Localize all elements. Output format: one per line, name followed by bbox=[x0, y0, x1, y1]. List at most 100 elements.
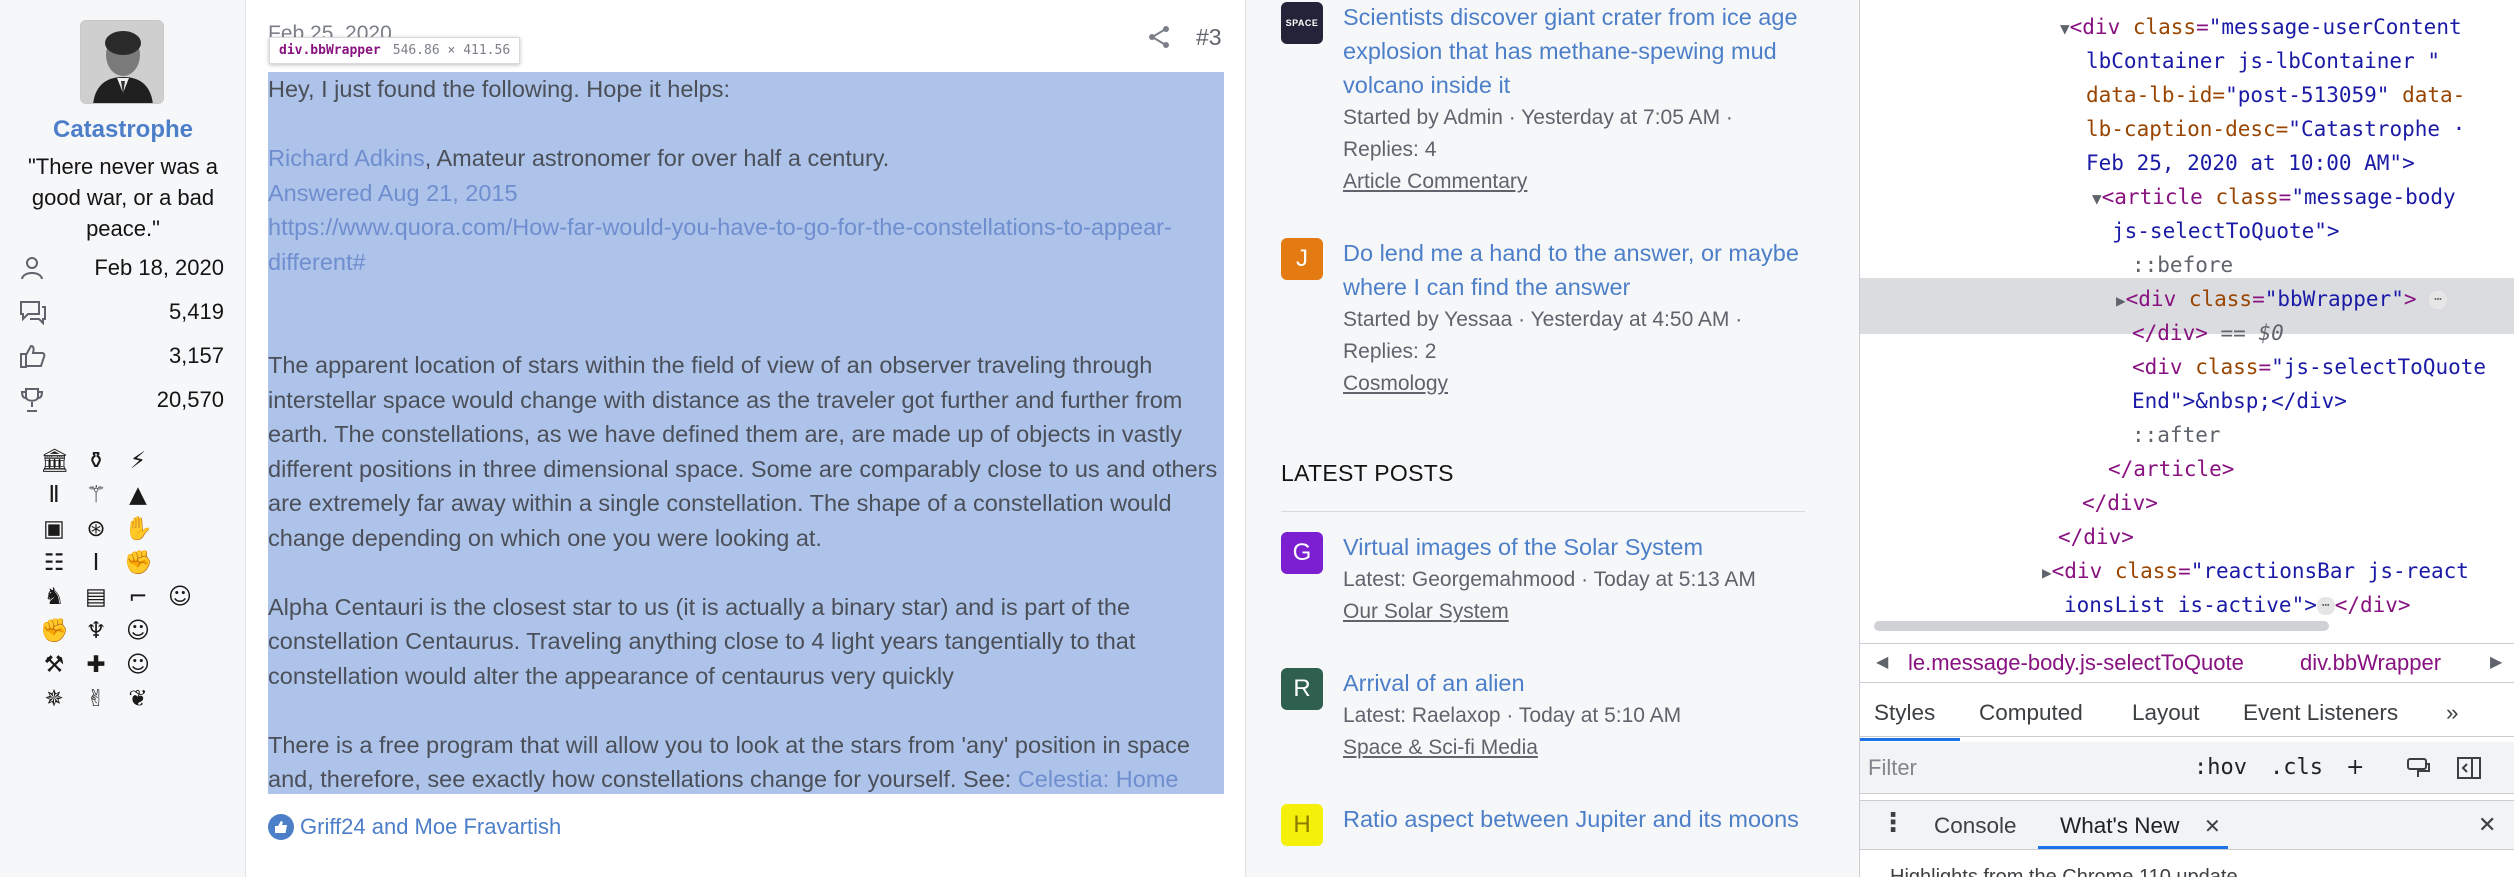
reactions-names[interactable]: Griff24 and Moe Fravartish bbox=[300, 814, 561, 840]
quora-url-link[interactable]: https://www.quora.com/How-far-would-you-… bbox=[268, 210, 1224, 279]
cursor-icon[interactable]: Ⅰ bbox=[82, 549, 110, 577]
dom-node-line[interactable]: ▶<div class="reactionsBar js-react bbox=[2042, 554, 2469, 590]
answered-date-link[interactable]: Answered Aug 21, 2015 bbox=[268, 176, 1224, 211]
reactions-bar[interactable]: Griff24 and Moe Fravartish bbox=[268, 814, 561, 840]
hand-icon[interactable]: ✊ bbox=[124, 549, 153, 577]
ellipsis-badge[interactable]: ⋯ bbox=[2316, 597, 2335, 615]
dom-node-line[interactable]: data-lb-id="post-513059" data- bbox=[2086, 78, 2465, 112]
gun-icon[interactable]: ⌐ bbox=[124, 583, 152, 611]
thread-item[interactable]: J Do lend me a hand to the answer, or ma… bbox=[1281, 236, 1841, 400]
bug-icon[interactable]: ✵ bbox=[40, 685, 68, 713]
dom-node-line[interactable]: ::before bbox=[2132, 248, 2233, 282]
dom-node-line[interactable]: </div> bbox=[2058, 520, 2134, 554]
latest-post-item[interactable]: R Arrival of an alien Latest: Raelaxop ·… bbox=[1281, 666, 1841, 764]
dom-node-line[interactable]: ionsList is-active"> ⋯ </div> bbox=[2064, 588, 2411, 622]
latest-post-forum-link[interactable]: Space & Sci-fi Media bbox=[1343, 732, 1841, 764]
swan-icon[interactable]: ♞ bbox=[40, 583, 68, 611]
author-link[interactable]: Richard Adkins bbox=[268, 145, 425, 171]
stat-messages: 5,419 bbox=[18, 297, 228, 327]
paint-icon[interactable] bbox=[2406, 756, 2432, 780]
tab-console[interactable]: Console bbox=[1934, 813, 2017, 839]
inspect-tooltip-dims: 546.86 × 411.56 bbox=[392, 43, 511, 58]
dom-node-line[interactable]: </article> bbox=[2108, 452, 2234, 486]
latest-post-item[interactable]: H Ratio aspect between Jupiter and its m… bbox=[1281, 802, 1841, 846]
latest-post-title[interactable]: Virtual images of the Solar System bbox=[1343, 530, 1841, 564]
tab-computed[interactable]: Computed bbox=[1979, 700, 2083, 726]
smile-icon[interactable]: ☺ bbox=[166, 583, 194, 611]
breadcrumb-item[interactable]: div.bbWrapper bbox=[2300, 644, 2441, 682]
styles-filter-input[interactable] bbox=[1868, 750, 2168, 786]
smile-icon[interactable]: ☺ bbox=[124, 651, 152, 679]
latest-post-meta: Latest: Georgemahmood · Today at 5:13 AM bbox=[1343, 568, 1756, 591]
cls-toggle[interactable]: .cls bbox=[2270, 750, 2323, 786]
share-icon[interactable] bbox=[1146, 24, 1172, 50]
thread-title[interactable]: Do lend me a hand to the answer, or mayb… bbox=[1343, 236, 1841, 304]
post-number-link[interactable]: #3 bbox=[1196, 24, 1222, 51]
latest-post-avatar: R bbox=[1281, 668, 1323, 710]
dom-node-line[interactable]: js-selectToQuote"> bbox=[2112, 214, 2340, 248]
portrait-icon[interactable]: ▣ bbox=[40, 515, 68, 543]
lamp-icon[interactable]: ⚱ bbox=[82, 447, 110, 475]
dom-node-line[interactable]: lbContainer js-lbContainer " bbox=[2086, 44, 2440, 78]
stat-reactions-value: 3,157 bbox=[168, 343, 224, 368]
book-icon[interactable]: ▤ bbox=[82, 583, 110, 611]
dom-node-line[interactable]: </div> bbox=[2082, 486, 2158, 520]
candle-icon[interactable]: ♆ bbox=[82, 617, 110, 645]
latest-post-title[interactable]: Ratio aspect between Jupiter and its moo… bbox=[1343, 802, 1841, 836]
dom-node-line[interactable]: lb-caption-desc="Catastrophe · bbox=[2086, 112, 2465, 146]
author-avatar[interactable] bbox=[80, 20, 164, 104]
thread-meta: Started by Admin · Yesterday at 7:05 AM … bbox=[1343, 106, 1733, 129]
tab-whats-new[interactable]: What's New bbox=[2060, 813, 2179, 839]
dom-node-line[interactable]: </div> == $0 bbox=[2132, 316, 2284, 350]
tab-layout[interactable]: Layout bbox=[2132, 700, 2200, 726]
fist-icon[interactable]: ✊ bbox=[40, 617, 69, 645]
chevron-left-icon[interactable]: ◀ bbox=[1876, 644, 1888, 682]
pillar-icon[interactable]: Ⅱ bbox=[40, 481, 68, 509]
coins-icon[interactable]: ☷ bbox=[40, 549, 68, 577]
celestia-link[interactable]: Celestia: Home bbox=[1018, 766, 1179, 792]
horizontal-scrollbar[interactable] bbox=[1874, 621, 2499, 631]
thread-item[interactable]: SPACE Scientists discover giant crater f… bbox=[1281, 0, 1841, 198]
dom-node-line[interactable]: End">&nbsp;</div> bbox=[2132, 384, 2347, 418]
tab-more[interactable]: » bbox=[2446, 700, 2459, 726]
latest-post-item[interactable]: G Virtual images of the Solar System Lat… bbox=[1281, 530, 1841, 628]
tab-event-listeners[interactable]: Event Listeners bbox=[2243, 700, 2398, 726]
temple-icon[interactable]: 🏛 bbox=[40, 447, 69, 475]
post-paragraph: There is a free program that will allow … bbox=[268, 728, 1224, 795]
tab-styles[interactable]: Styles bbox=[1874, 700, 1935, 726]
dom-node-line[interactable]: ::after bbox=[2132, 418, 2221, 452]
new-style-rule-button[interactable]: + bbox=[2346, 750, 2364, 786]
dom-node-line[interactable]: Feb 25, 2020 at 10:00 AM"> bbox=[2086, 146, 2415, 180]
dom-node-line[interactable]: ▼<article class="message-body bbox=[2092, 180, 2456, 216]
breadcrumb-item[interactable]: le.message-body.js-selectToQuote bbox=[1908, 644, 2244, 682]
hammer-icon[interactable]: ⚒ bbox=[40, 651, 68, 679]
scrollbar-thumb[interactable] bbox=[1874, 621, 2329, 631]
dom-node-selected[interactable]: ▶<div class="bbWrapper"> ⋯ bbox=[2116, 282, 2447, 318]
active-drawer-tab-indicator bbox=[2038, 846, 2228, 849]
thread-forum-link[interactable]: Cosmology bbox=[1343, 368, 1841, 400]
close-drawer-icon[interactable]: ✕ bbox=[2478, 812, 2496, 838]
thumbs-up-icon[interactable]: ✌ bbox=[82, 685, 110, 713]
telescope-icon[interactable]: ⚚ bbox=[82, 481, 110, 509]
elements-tree[interactable]: ▼<div class="message-userContent lbConta… bbox=[1860, 0, 2514, 620]
latest-post-forum-link[interactable]: Our Solar System bbox=[1343, 596, 1841, 628]
more-vertical-icon[interactable]: ⋮ bbox=[1880, 807, 1906, 838]
chevron-right-icon[interactable]: ▶ bbox=[2490, 644, 2502, 682]
satellite-icon[interactable]: ⊛ bbox=[82, 515, 110, 543]
lightning-icon[interactable]: ⚡ bbox=[124, 447, 152, 475]
thread-title[interactable]: Scientists discover giant crater from ic… bbox=[1343, 0, 1841, 102]
sidebar-toggle-icon[interactable] bbox=[2456, 756, 2482, 780]
campfire-icon[interactable]: ▲ bbox=[124, 481, 152, 509]
hov-toggle[interactable]: :hov bbox=[2194, 750, 2247, 786]
dom-node-line[interactable]: <div class="js-selectToQuote bbox=[2132, 350, 2486, 384]
dom-node-line[interactable]: ▼<div class="message-userContent bbox=[2060, 10, 2462, 46]
hands-icon[interactable]: ✋ bbox=[124, 515, 153, 543]
close-tab-icon[interactable]: ✕ bbox=[2204, 814, 2221, 839]
medkit-icon[interactable]: ✚ bbox=[82, 651, 110, 679]
thread-forum-link[interactable]: Article Commentary bbox=[1343, 166, 1841, 198]
smile-icon[interactable]: ☺ bbox=[124, 617, 152, 645]
author-name[interactable]: Catastrophe bbox=[0, 116, 246, 144]
gift-icon[interactable]: ❦ bbox=[124, 685, 152, 713]
latest-post-title[interactable]: Arrival of an alien bbox=[1343, 666, 1841, 700]
ellipsis-badge[interactable]: ⋯ bbox=[2429, 291, 2447, 309]
